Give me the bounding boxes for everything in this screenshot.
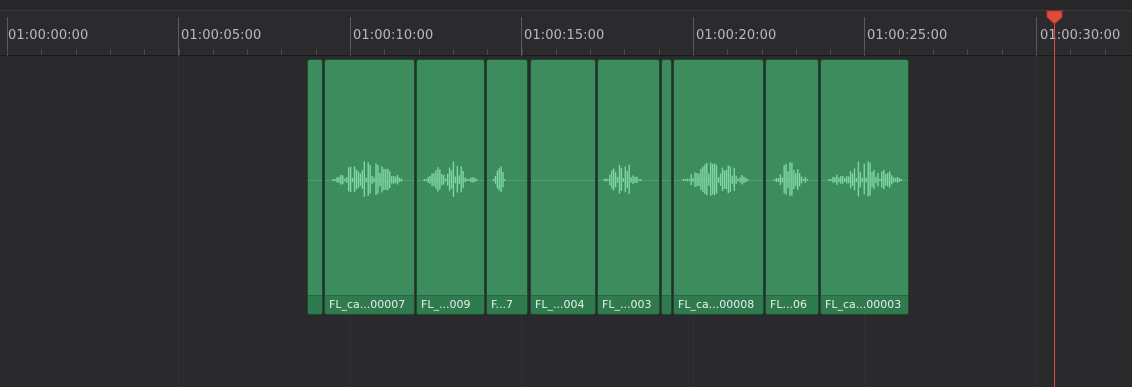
waveform [492, 166, 506, 193]
ruler-minor-tick [864, 49, 865, 55]
ruler-minor-tick [350, 49, 351, 55]
ruler-minor-tick [7, 49, 8, 55]
clip-baseline [662, 180, 671, 181]
ruler-minor-tick [556, 49, 557, 55]
waveform [423, 161, 478, 197]
waveform [332, 161, 403, 197]
timecode-label: 01:00:25:00 [867, 28, 948, 43]
waveform [603, 164, 642, 194]
ruler-minor-tick [1105, 49, 1106, 55]
audio-clip[interactable] [661, 59, 672, 315]
audio-clip[interactable]: FL_ca...00003 [820, 59, 909, 315]
ruler-minor-tick [41, 49, 42, 55]
ruler-minor-tick [76, 49, 77, 55]
audio-track[interactable]: FL_ca...00007 FL_...009 F...7 FL_...004 … [0, 56, 1132, 387]
clip-name: FL_...003 [598, 295, 659, 314]
waveform [682, 162, 749, 196]
ruler-minor-tick [213, 49, 214, 55]
ruler-minor-tick [659, 49, 660, 55]
clip-baseline [531, 180, 595, 181]
clip-name: FL...06 [766, 295, 818, 314]
ruler-minor-tick [522, 49, 523, 55]
ruler-minor-tick [762, 49, 763, 55]
clip-name: F...7 [487, 295, 527, 314]
audio-clip[interactable]: F...7 [486, 59, 528, 315]
timecode-label: 01:00:20:00 [696, 28, 777, 43]
clip-name [662, 295, 671, 314]
ruler-minor-tick [316, 49, 317, 55]
ruler-minor-tick [144, 49, 145, 55]
clip-name: FL_...009 [417, 295, 484, 314]
clip-name: FL_ca...00003 [821, 295, 908, 314]
clip-name: FL_...004 [531, 295, 595, 314]
clip-name: FL_ca...00008 [674, 295, 763, 314]
ruler-minor-tick [830, 49, 831, 55]
ruler-minor-tick [899, 49, 900, 55]
audio-clip[interactable]: FL_ca...00007 [324, 59, 415, 315]
ruler-minor-tick [1036, 49, 1037, 55]
timecode-label: 01:00:10:00 [353, 28, 434, 43]
ruler-minor-tick [419, 49, 420, 55]
timeline-panel: 01:00:00:00 01:00:05:00 01:00:10:00 01:0… [0, 0, 1132, 387]
ruler-minor-tick [110, 49, 111, 55]
audio-clip[interactable]: FL_...009 [416, 59, 485, 315]
audio-clip[interactable]: FL...06 [765, 59, 819, 315]
ruler-minor-tick [247, 49, 248, 55]
audio-clip[interactable]: FL_ca...00008 [673, 59, 764, 315]
ruler-minor-tick [384, 49, 385, 55]
ruler-minor-tick [1002, 49, 1003, 55]
waveform [773, 162, 808, 196]
track-gridline [178, 56, 179, 387]
timecode-ruler[interactable]: 01:00:00:00 01:00:05:00 01:00:10:00 01:0… [0, 10, 1132, 57]
timecode-label: 01:00:00:00 [8, 28, 89, 43]
ruler-minor-tick [796, 49, 797, 55]
ruler-minor-tick [727, 49, 728, 55]
ruler-minor-tick [1070, 49, 1071, 55]
clip-baseline [308, 180, 322, 181]
ruler-minor-tick [933, 49, 934, 55]
ruler-minor-tick [179, 49, 180, 55]
waveform [828, 161, 903, 197]
audio-clip[interactable]: FL_...003 [597, 59, 660, 315]
clip-name: FL_ca...00007 [325, 295, 414, 314]
timecode-label: 01:00:05:00 [181, 28, 262, 43]
audio-clip[interactable]: FL_...004 [530, 59, 596, 315]
timecode-label: 01:00:15:00 [524, 28, 605, 43]
clip-name [308, 295, 322, 314]
ruler-minor-tick [281, 49, 282, 55]
ruler-minor-tick [693, 49, 694, 55]
ruler-minor-tick [590, 49, 591, 55]
playhead-line [1054, 14, 1055, 387]
ruler-minor-tick [967, 49, 968, 55]
audio-clip[interactable] [307, 59, 323, 315]
ruler-minor-tick [624, 49, 625, 55]
timecode-label: 01:00:30:00 [1040, 28, 1121, 43]
ruler-minor-tick [487, 49, 488, 55]
track-gridline [1036, 56, 1037, 387]
playhead-marker-icon[interactable] [1046, 10, 1063, 25]
ruler-minor-tick [453, 49, 454, 55]
